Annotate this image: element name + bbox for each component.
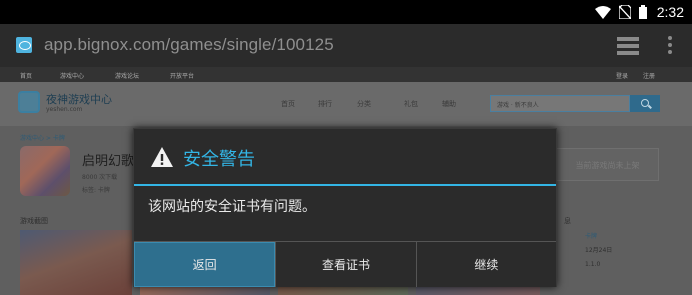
status-bar: 2:32 — [0, 0, 692, 24]
browser-toolbar: app.bignox.com/games/single/100125 — [0, 24, 692, 67]
register-link[interactable]: 注册 — [643, 71, 655, 80]
info-title: 息 — [564, 217, 571, 225]
info-date: 12月24日 — [585, 247, 613, 254]
game-icon — [20, 146, 70, 196]
wifi-icon — [594, 5, 611, 19]
info-version: 1.1.0 — [585, 261, 601, 268]
site-search-input[interactable]: 游戏 · 新不良人 — [490, 95, 630, 112]
site-nav-item[interactable]: 首页 — [281, 99, 295, 109]
screenshots-title: 游戏截图 — [20, 217, 48, 225]
game-tags: 标签: 卡牌 — [82, 187, 110, 194]
topnav-item[interactable]: 游戏中心 — [60, 71, 84, 80]
download-box[interactable]: 当前游戏尚未上架 — [556, 148, 659, 181]
dialog-header: 安全警告 — [134, 129, 556, 186]
topnav-item[interactable]: 游戏论坛 — [115, 71, 139, 80]
site-nav-item[interactable]: 礼包 — [404, 99, 418, 109]
dialog-title: 安全警告 — [183, 149, 255, 170]
game-name: 启明幻歌 — [82, 154, 135, 169]
site-header: 夜神游戏中心 yeshen.com 首页 排行 分类 礼包 辅助 游戏 · 新不… — [0, 82, 692, 126]
site-nav-item[interactable]: 分类 — [357, 99, 371, 109]
status-time: 2:32 — [656, 4, 684, 20]
site-logo-icon — [18, 91, 40, 113]
site-nav-item[interactable]: 辅助 — [442, 99, 456, 109]
dialog-message: 该网站的安全证书有问题。 — [148, 199, 316, 215]
continue-button[interactable]: 继续 — [415, 242, 556, 287]
site-topnav: 首页 游戏中心 游戏论坛 开放平台 登录 注册 — [0, 67, 692, 82]
no-sim-icon — [618, 5, 631, 19]
site-logo-sub: yeshen.com — [46, 106, 83, 113]
topnav-item[interactable]: 首页 — [20, 71, 32, 80]
dialog-button-bar: 返回 查看证书 继续 — [134, 241, 556, 287]
screenshot-image[interactable] — [20, 230, 132, 295]
warning-icon — [151, 147, 173, 167]
site-nav-item[interactable]: 排行 — [318, 99, 332, 109]
site-favicon-icon — [16, 37, 32, 53]
site-logo-title[interactable]: 夜神游戏中心 — [46, 91, 112, 107]
info-category[interactable]: 卡牌 — [585, 230, 612, 244]
game-downloads: 8000 次下载 — [82, 174, 118, 181]
dialog-divider — [134, 184, 556, 186]
game-info-values: 卡牌 12月24日 1.1.0 — [585, 230, 612, 272]
battery-icon — [638, 5, 647, 19]
status-icons: 2:32 — [594, 4, 684, 20]
topnav-item[interactable]: 开放平台 — [170, 71, 194, 80]
security-warning-dialog: 安全警告 该网站的安全证书有问题。 返回 查看证书 继续 — [133, 128, 557, 287]
address-bar[interactable]: app.bignox.com/games/single/100125 — [44, 35, 334, 55]
breadcrumb[interactable]: 游戏中心 > 卡牌 — [20, 133, 65, 142]
search-icon[interactable] — [630, 95, 660, 112]
login-link[interactable]: 登录 — [616, 71, 628, 80]
back-button[interactable]: 返回 — [134, 242, 276, 287]
view-certificate-button[interactable]: 查看证书 — [275, 242, 416, 287]
overflow-menu-icon[interactable] — [667, 36, 673, 56]
tabs-icon[interactable] — [617, 37, 639, 55]
